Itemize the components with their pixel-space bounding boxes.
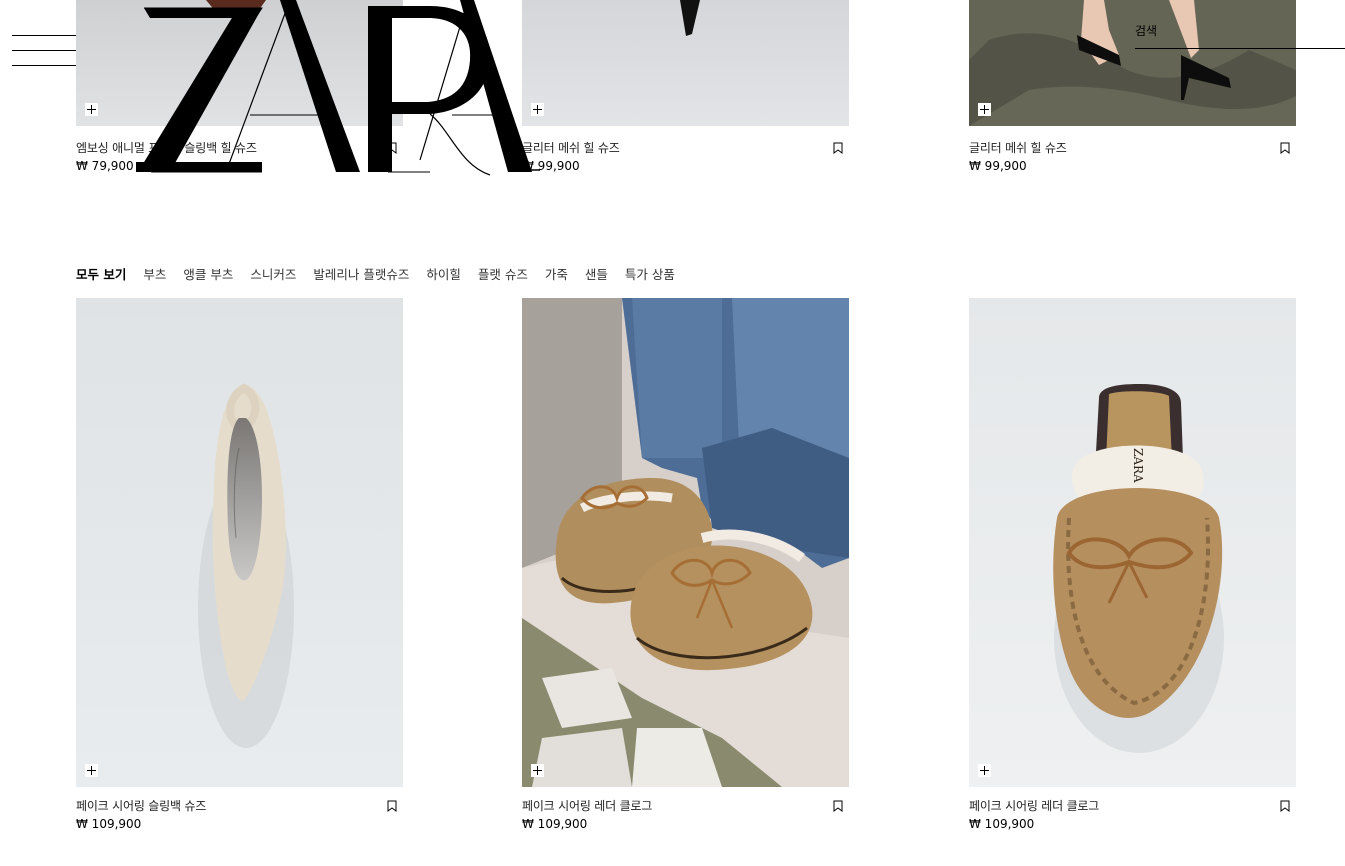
plus-icon	[980, 766, 989, 775]
plus-icon	[87, 766, 96, 775]
product-info: 글리터 메쉬 힐 슈즈 ₩ 99,900	[522, 139, 849, 179]
category-ankle-boots[interactable]: 앵클 부츠	[183, 264, 233, 283]
category-sale[interactable]: 특가 상품	[625, 264, 675, 283]
product-image-3[interactable]: ZARA	[969, 298, 1296, 787]
plus-icon	[980, 105, 989, 114]
product-name[interactable]: 페이크 시어링 슬링백 슈즈	[76, 797, 206, 814]
add-to-cart-button[interactable]	[85, 764, 98, 777]
hamburger-menu-icon[interactable]	[12, 34, 76, 68]
bookmark-button[interactable]	[1278, 799, 1292, 813]
product-image[interactable]	[522, 0, 849, 126]
product-price: ₩ 79,900	[76, 159, 134, 173]
bookmark-icon	[1280, 142, 1290, 154]
bookmark-icon	[1280, 800, 1290, 812]
add-to-cart-button[interactable]	[978, 764, 991, 777]
category-filter-bar: 모두 보기 부츠 앵클 부츠 스니커즈 발레리나 플랫슈즈 하이힐 플랫 슈즈 …	[76, 264, 675, 282]
product-name[interactable]: 페이크 시어링 레더 클로그	[969, 797, 1099, 814]
svg-text:ZARA: ZARA	[1131, 448, 1145, 483]
bookmark-button[interactable]	[1278, 141, 1292, 155]
bookmark-button[interactable]	[385, 799, 399, 813]
bookmark-button[interactable]	[831, 141, 845, 155]
search-input[interactable]: 검색	[1135, 20, 1345, 50]
product-image[interactable]	[969, 0, 1296, 126]
product-card-top-2[interactable]: 글리터 메쉬 힐 슈즈 ₩ 99,900	[522, 0, 849, 179]
product-image-2[interactable]	[522, 298, 849, 787]
plus-icon	[533, 766, 542, 775]
category-sneakers[interactable]: 스니커즈	[250, 264, 296, 283]
add-to-cart-button[interactable]	[978, 103, 991, 116]
zara-logo[interactable]	[130, 0, 540, 180]
product-info-2: 페이크 시어링 레더 클로그 ₩ 109,900	[522, 797, 849, 837]
product-image-1[interactable]	[76, 298, 403, 787]
add-to-cart-button[interactable]	[85, 103, 98, 116]
search-label[interactable]: 검색	[1135, 22, 1157, 39]
product-info-1: 페이크 시어링 슬링백 슈즈 ₩ 109,900	[76, 797, 403, 837]
category-high-heels[interactable]: 하이힐	[426, 264, 461, 283]
bookmark-icon	[833, 800, 843, 812]
category-all[interactable]: 모두 보기	[76, 264, 126, 283]
plus-icon	[87, 105, 96, 114]
bookmark-icon	[387, 800, 397, 812]
product-price: ₩ 109,900	[76, 817, 142, 831]
product-name[interactable]: 글리터 메쉬 힐 슈즈	[969, 139, 1067, 156]
product-info-3: 페이크 시어링 레더 클로그 ₩ 109,900	[969, 797, 1296, 837]
search-underline	[1135, 48, 1345, 49]
product-price: ₩ 99,900	[969, 159, 1027, 173]
add-to-cart-button[interactable]	[531, 764, 544, 777]
category-sandals[interactable]: 샌들	[585, 264, 608, 283]
bookmark-icon	[833, 142, 843, 154]
page: 엠보싱 애니멀 프린트 슬링백 힐 슈즈 ₩ 79,900	[0, 0, 1345, 866]
product-name[interactable]: 페이크 시어링 레더 클로그	[522, 797, 652, 814]
category-flats[interactable]: 플랫 슈즈	[478, 264, 528, 283]
product-info: 글리터 메쉬 힐 슈즈 ₩ 99,900	[969, 139, 1296, 179]
category-boots[interactable]: 부츠	[143, 264, 166, 283]
bookmark-button[interactable]	[831, 799, 845, 813]
category-ballerina-flats[interactable]: 발레리나 플랫슈즈	[313, 264, 409, 283]
product-price: ₩ 109,900	[522, 817, 588, 831]
category-leather[interactable]: 가죽	[545, 264, 568, 283]
product-price: ₩ 109,900	[969, 817, 1035, 831]
